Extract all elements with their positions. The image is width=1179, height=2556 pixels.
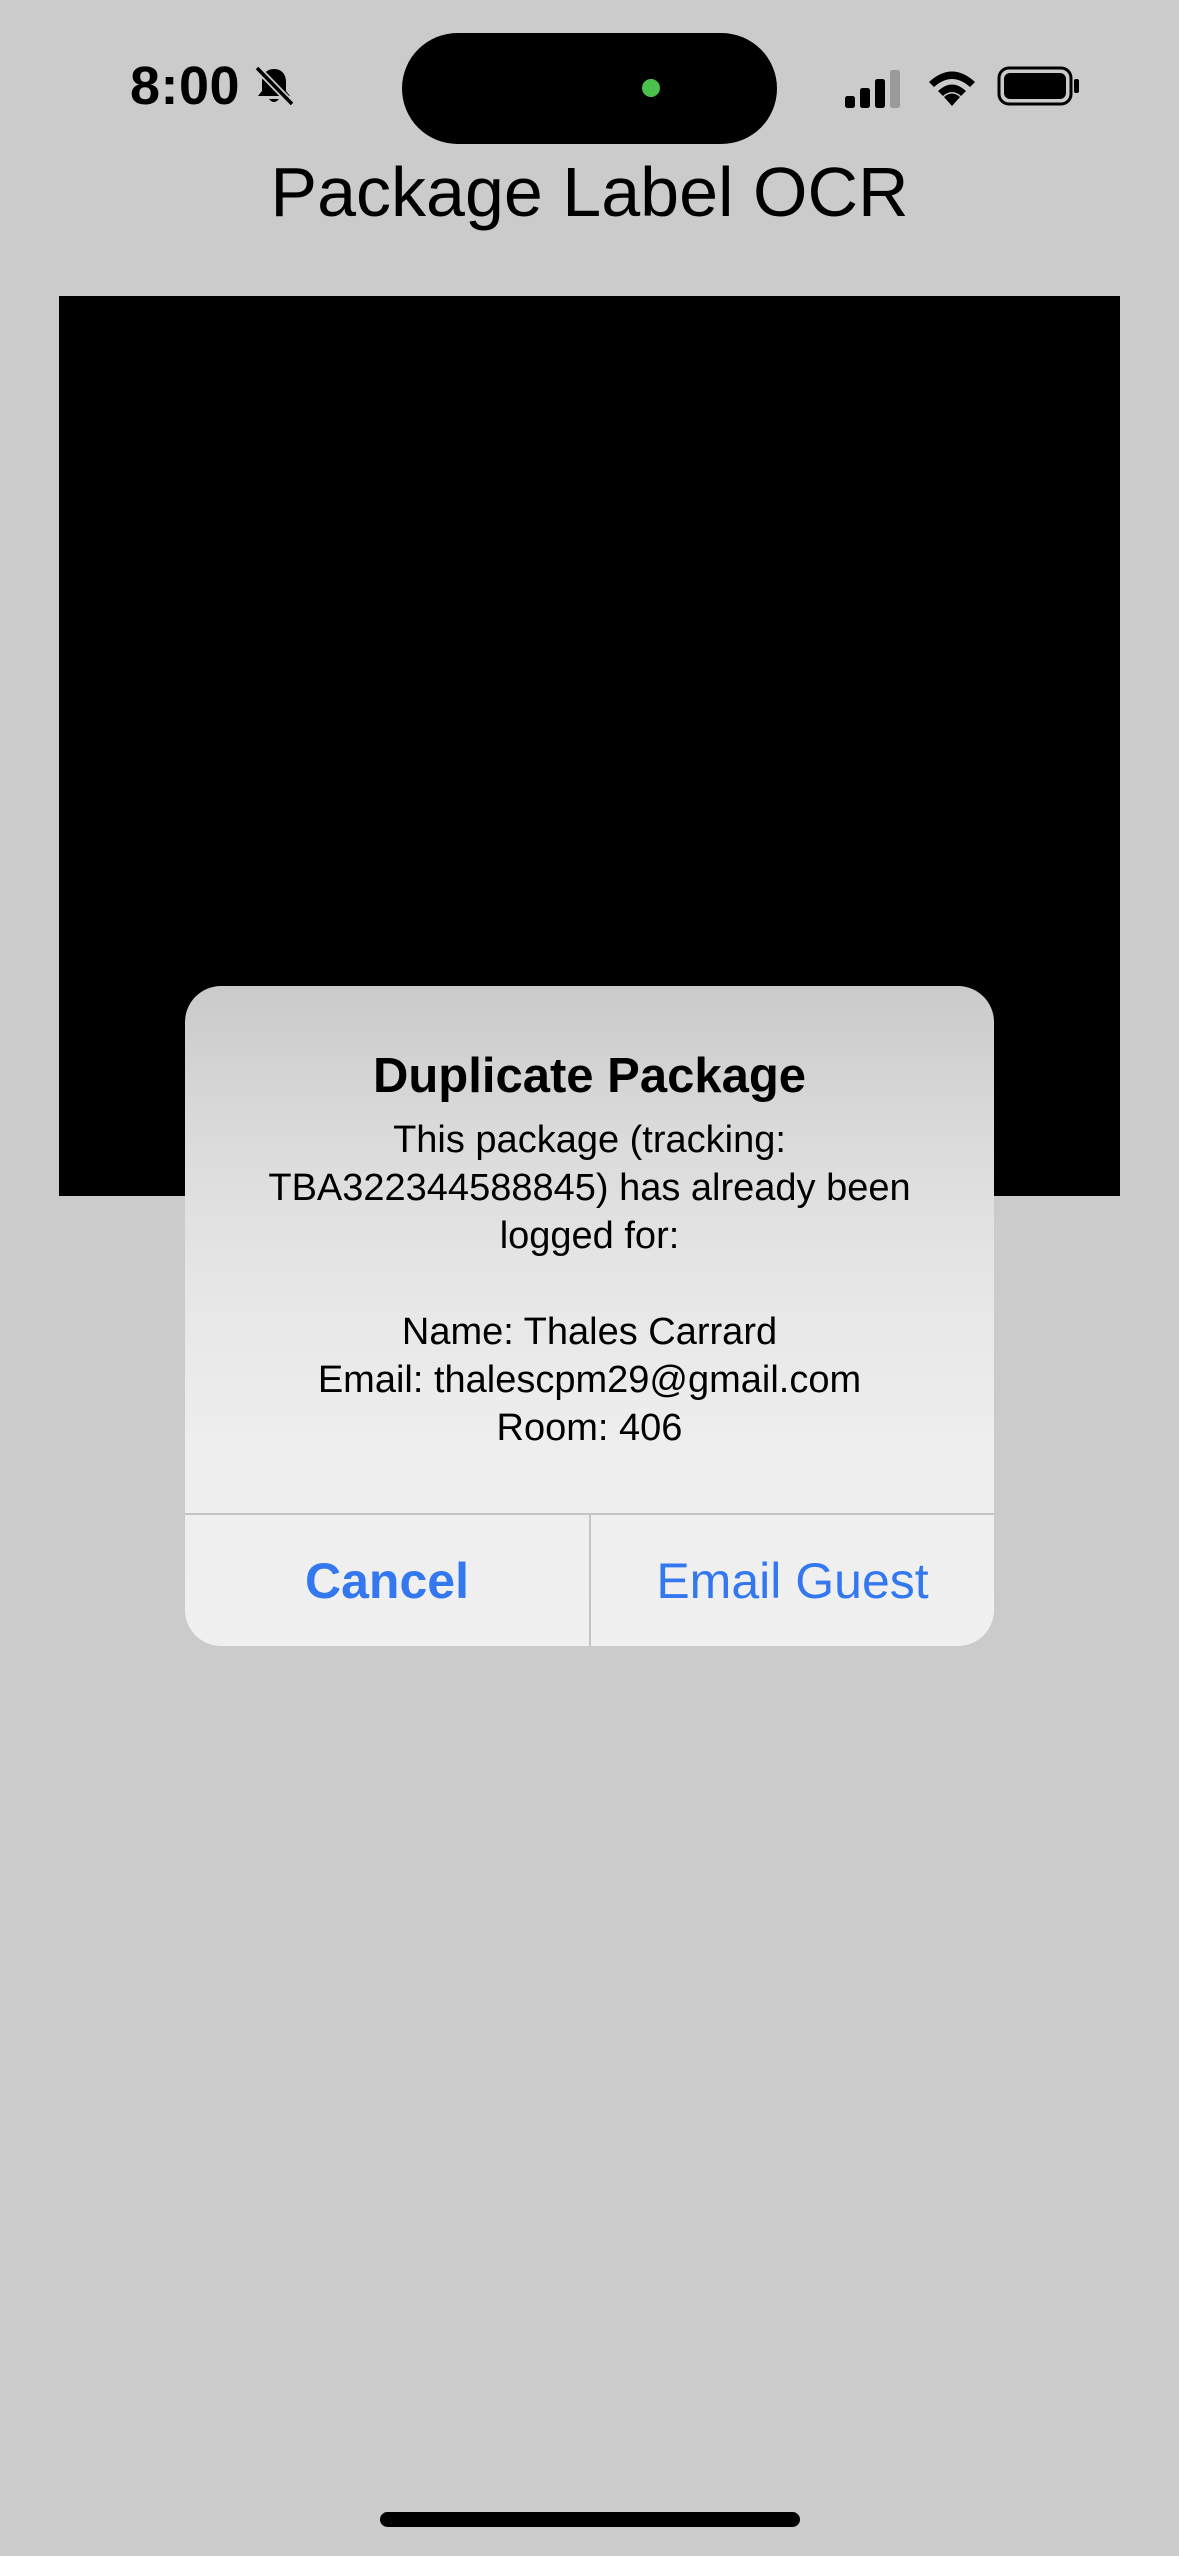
alert-message-line: This package (tracking: [393, 1119, 786, 1161]
camera-in-use-indicator [642, 79, 660, 97]
battery-icon [997, 66, 1079, 106]
alert-message-line: logged for: [499, 1215, 680, 1257]
alert-message-line: TBA322344588845) has already been [268, 1167, 911, 1209]
cancel-button[interactable]: Cancel [185, 1515, 589, 1646]
bell-slash-icon [254, 65, 295, 107]
email-guest-button[interactable]: Email Guest [591, 1515, 994, 1646]
duplicate-package-alert: Duplicate Package This package (tracking… [185, 986, 994, 1646]
alert-message-line: Email: thalescpm29@gmail.com [317, 1359, 862, 1401]
alert-message-line: Name: Thales Carrard [401, 1311, 778, 1353]
page-title: Package Label OCR [270, 153, 909, 231]
alert-message-line: Room: 406 [496, 1407, 683, 1449]
alert-message-line [205, 1260, 974, 1308]
home-indicator[interactable] [380, 2512, 800, 2527]
wifi-icon [929, 71, 975, 106]
cellular-signal-icon [845, 70, 900, 108]
alert-title: Duplicate Package [372, 1049, 807, 1103]
dynamic-island [402, 33, 777, 144]
alert-message: This package (tracking: TBA322344588845)… [205, 1116, 974, 1452]
status-time: 8:00 [130, 56, 241, 116]
